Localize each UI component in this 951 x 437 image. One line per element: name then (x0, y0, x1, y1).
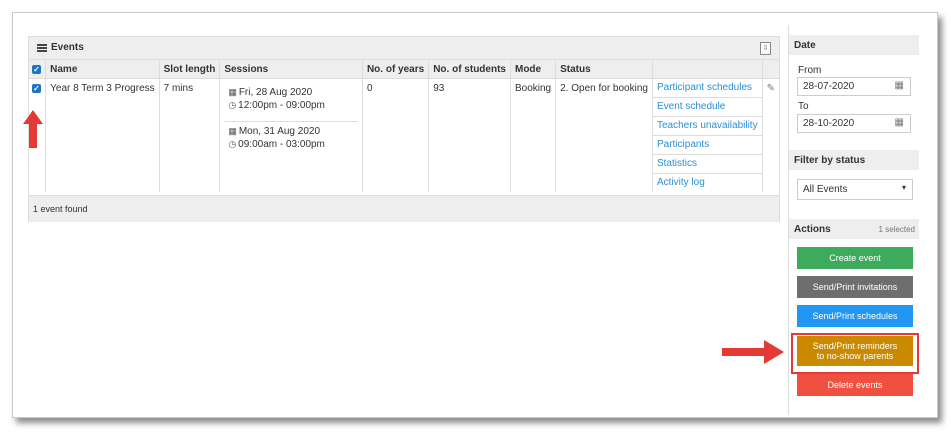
link-participant-schedules[interactable]: Participant schedules (652, 79, 762, 98)
column-header-students[interactable]: No. of students (428, 60, 511, 79)
event-students: 93 (428, 78, 511, 192)
clock-icon: ◷ (228, 100, 237, 110)
send-print-invitations-button[interactable]: Send/Print invitations (797, 276, 913, 298)
to-date-input[interactable]: 28-10-2020 ▦ (797, 114, 911, 133)
column-header-mode[interactable]: Mode (510, 60, 557, 79)
event-sessions: ▦ Fri, 28 Aug 2020 ◷ 12:00pm - 09:00pm ▦ Mo… (219, 78, 363, 192)
edit-icon[interactable]: ✎ (767, 83, 775, 94)
column-header-status[interactable]: Status (555, 60, 653, 79)
events-panel-header: Events ⇩ (29, 37, 779, 60)
event-mode: Booking (510, 78, 557, 192)
actions-section-header: Actions 1 selected (789, 219, 919, 239)
event-years: 0 (362, 78, 430, 192)
list-icon (37, 44, 47, 52)
events-found-count: 1 event found (33, 204, 88, 214)
events-table: ✓ Name Slot length Sessions No. of years… (29, 60, 779, 192)
delete-events-button[interactable]: Delete events (797, 374, 913, 396)
to-label: To (798, 101, 809, 112)
session-item: ▦ Mon, 31 Aug 2020 ◷ 09:00am - 03:00pm (224, 121, 358, 160)
event-slot-length: 7 mins (159, 78, 221, 192)
from-label: From (798, 65, 822, 76)
annotation-arrow-right-icon (722, 340, 784, 364)
clock-icon: ◷ (228, 139, 237, 149)
annotation-arrow-up-icon (23, 110, 43, 148)
column-header-links (652, 60, 763, 79)
session-date: Fri, 28 Aug 2020 (238, 87, 313, 98)
select-all-checkbox[interactable]: ✓ (32, 64, 41, 74)
column-header-sessions[interactable]: Sessions (219, 60, 363, 79)
filter-section-header: Filter by status (789, 150, 919, 170)
column-header-edit (762, 60, 779, 79)
event-status: 2. Open for booking (555, 78, 653, 192)
session-time: 12:00pm - 09:00pm (238, 100, 325, 111)
events-panel-footer: 1 event found (29, 195, 779, 222)
date-section-title: Date (794, 40, 816, 51)
to-date-value: 28-10-2020 (803, 118, 855, 129)
events-panel-title: Events (51, 42, 84, 53)
link-activity-log[interactable]: Activity log (653, 174, 762, 192)
create-event-button[interactable]: Create event (797, 247, 913, 269)
session-item: ▦ Fri, 28 Aug 2020 ◷ 12:00pm - 09:00pm (224, 83, 358, 121)
link-teachers-unavailability[interactable]: Teachers unavailability (652, 117, 762, 136)
dropdown-caret-icon: ▾ (901, 183, 906, 192)
select-all-cell: ✓ (29, 60, 47, 79)
date-section-header: Date (789, 35, 919, 55)
event-links: Participant schedules Event schedule Tea… (652, 78, 763, 192)
actions-section-title: Actions (794, 224, 831, 235)
calendar-icon[interactable]: ▦ (895, 117, 904, 128)
column-header-name[interactable]: Name (45, 60, 160, 79)
event-name[interactable]: Year 8 Term 3 Progress (45, 78, 160, 192)
column-header-years[interactable]: No. of years (362, 60, 430, 79)
status-filter-select[interactable]: All Events ▾ (797, 179, 913, 200)
from-date-value: 28-07-2020 (803, 81, 855, 92)
calendar-icon: ▦ (228, 126, 237, 136)
status-filter-value: All Events (803, 184, 848, 195)
from-date-input[interactable]: 28-07-2020 ▦ (797, 77, 911, 96)
events-panel: Events ⇩ ✓ Name Slot length Sessions No.… (28, 36, 780, 222)
link-participants[interactable]: Participants (652, 136, 762, 155)
send-print-schedules-button[interactable]: Send/Print schedules (797, 305, 913, 327)
highlight-box (791, 333, 919, 374)
column-header-slot-length[interactable]: Slot length (159, 60, 221, 79)
link-event-schedule[interactable]: Event schedule (652, 98, 762, 117)
edit-cell: ✎ (762, 79, 779, 193)
row-checkbox[interactable]: ✓ (32, 84, 41, 93)
table-row: ✓ Year 8 Term 3 Progress 7 mins ▦ Fri, 28… (29, 78, 779, 193)
calendar-icon: ▦ (228, 87, 237, 97)
link-statistics[interactable]: Statistics (652, 155, 762, 174)
calendar-icon[interactable]: ▦ (895, 80, 904, 91)
session-time: 09:00am - 03:00pm (238, 139, 325, 150)
export-icon[interactable]: ⇩ (760, 42, 771, 55)
selected-count: 1 selected (878, 225, 915, 234)
table-header-row: ✓ Name Slot length Sessions No. of years… (29, 60, 779, 79)
session-date: Mon, 31 Aug 2020 (238, 126, 321, 137)
filter-section-title: Filter by status (794, 155, 866, 166)
